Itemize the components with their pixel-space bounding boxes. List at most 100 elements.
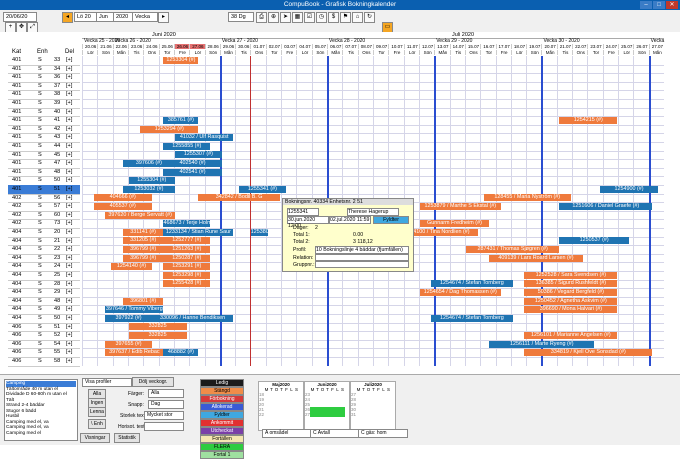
booking-bar[interactable]: 334819 / Kjell Ove Sonsdad (#) [524,349,653,357]
hide-weeks-button[interactable]: Dölj veckogr. [132,377,174,387]
date-cell[interactable]: 23.07 [587,44,603,49]
booking-bar[interactable]: 1252528 / Sara Svendsen (#) [524,271,618,279]
expand-toggle[interactable]: [+] [66,314,72,323]
expand-toggle[interactable]: [+] [66,271,72,280]
expand-toggle[interactable]: [+] [66,262,72,271]
date-cell[interactable]: 18.07 [510,44,527,49]
booking-bar[interactable]: 331141 (#) [122,228,164,236]
booking-bar[interactable]: 1250537 (#) [559,237,630,245]
booking-bar[interactable]: 396801 (#) [122,297,164,305]
popup-grupp-field[interactable] [315,261,409,268]
booking-bar[interactable]: 287431 / Thomas Sjøgren (#) [466,246,560,253]
next-icon[interactable]: ▸ [158,12,169,23]
date-cell[interactable]: 17.07 [495,44,512,49]
omsadel-select[interactable]: A omsådel [262,429,312,438]
booking-bar[interactable]: 404666 (#) [93,194,152,202]
date-cell[interactable]: 23.06 [127,44,144,49]
booking-bar[interactable]: Gunnarm Fredheim (#) [419,220,490,228]
date-cell[interactable]: 25.07 [618,44,634,49]
home-icon[interactable]: ⌂ [352,12,363,23]
date-cell[interactable]: 11.07 [403,44,420,49]
expand-toggle[interactable]: [+] [66,219,72,228]
booking-bar[interactable]: 1255341 (#) [239,185,286,193]
expand-toggle[interactable]: [+] [66,82,72,91]
booking-bar[interactable]: 1256111 / Marte Ryeng (#) [489,340,595,348]
expand-toggle[interactable]: [+] [66,297,72,306]
date-cell[interactable]: 28.06 [204,44,221,49]
date-cell[interactable]: 25.06 [158,44,175,49]
money-icon[interactable]: $ [328,12,339,23]
date-cell[interactable]: 09.07 [373,44,389,49]
date-cell[interactable]: 07.07 [342,44,358,49]
booking-bar[interactable]: 1253294 (#) [140,125,199,133]
booking-bar[interactable]: 397655 (#) [105,340,152,348]
storlek-select[interactable]: Mycket stor [144,411,184,420]
booking-bar[interactable]: 342842 / Bodil B. G [198,194,280,202]
booking-bar[interactable]: 41032 / Ulf Rasquist [175,134,234,142]
booking-bar[interactable]: 330096 / Hanne Bendiksen [151,314,234,322]
col-kat-header[interactable]: Kat [12,49,21,55]
col-del-header[interactable]: Del [65,49,74,55]
date-cell[interactable]: 06.07 [327,44,343,49]
date-cell[interactable]: 26.06 [173,44,191,49]
statistik-button[interactable]: Statistik [114,433,140,443]
visningar-button[interactable]: Visningar [80,433,110,443]
booking-bar[interactable]: 1255428 (#) [163,280,211,288]
booking-bar[interactable]: 1252777 (#) [163,237,211,245]
booking-bar[interactable]: 397922 (#) [105,314,152,322]
calendar-icon[interactable]: ▦ [292,12,303,23]
booking-bar[interactable]: 1253298 (#) [163,271,211,279]
date-cell[interactable]: 26.07 [633,44,649,49]
booking-bar[interactable]: 1254140 (#) [111,263,152,271]
expand-toggle[interactable]: [+] [66,65,72,74]
expand-toggle[interactable]: [+] [66,254,72,263]
expand-toggle[interactable]: [+] [66,211,72,220]
date-cell[interactable]: 14.07 [449,44,466,49]
minimize-button[interactable]: – [640,1,652,9]
booking-bar[interactable]: 1255304 (#) [128,177,176,185]
expand-toggle[interactable]: [+] [66,331,72,340]
date-cell[interactable]: 04.07 [296,44,312,49]
booking-bar[interactable]: 397646 / Tommy Viberg [105,306,164,314]
expand-toggle[interactable]: [+] [66,348,72,357]
date-cell[interactable]: 20.07 [541,44,557,49]
booking-bar[interactable]: 125380 [250,228,269,236]
booking-bar[interactable]: 1254900 (#) [599,185,659,193]
expand-toggle[interactable]: [+] [66,168,72,177]
booking-bar[interactable]: 468673 / Terje Holm [163,220,211,228]
profile-filter-select[interactable]: Visa profiler [82,378,132,387]
mini-calendar[interactable]: Juli2020 M T O T F L S 27 28 29 30 31 [350,381,396,431]
date-input[interactable]: 20/06/20 [3,12,37,22]
clock-icon[interactable]: ◷ [316,12,327,23]
expand-toggle[interactable]: [+] [66,116,72,125]
booking-bar[interactable]: 331205 (#) [122,237,164,245]
popup-status[interactable]: Fyldter [373,216,409,224]
date-cell[interactable]: 12.07 [418,44,435,49]
date-cell[interactable]: 10.07 [388,44,404,49]
booking-bar[interactable]: 396690 / Mona Halvari (#) [524,306,618,314]
view-select[interactable]: Vecka [132,12,158,22]
expand-toggle[interactable]: [+] [66,340,72,349]
booking-bar[interactable]: 409139 / Lars Roard Larsen (#) [489,254,583,262]
booking-bar[interactable]: 402540 (#) [163,160,222,167]
checkbox-icon[interactable]: ☑ [304,12,315,23]
date-cell[interactable]: 24.06 [143,44,159,49]
booking-bar[interactable]: 1254654 / Dag Thomassen (#) [419,289,502,296]
booking-bar[interactable]: 396799 (#) [122,246,164,253]
booking-bar[interactable]: 1253032 (#) [122,185,176,193]
date-cell[interactable]: 08.07 [357,44,374,49]
enh-button[interactable]: \ Enh [88,419,106,429]
booking-bar[interactable]: 1255855 (#) [163,142,211,150]
date-cell[interactable]: 27.07 [648,44,665,49]
mini-calendar[interactable]: Maj2020 M T O T F L S 18 19 20 21 22 [258,381,304,431]
expand-toggle[interactable]: [+] [66,202,72,211]
booking-bar[interactable]: 332825 [128,332,187,339]
days-select[interactable]: 38 Dg [228,12,254,22]
category-item[interactable]: Camping med el [6,431,76,437]
date-cell[interactable]: 27.06 [189,44,206,49]
booking-bar[interactable]: 1254215 (#) [559,117,618,124]
expand-toggle[interactable]: [+] [66,357,72,366]
booking-bar[interactable]: 1250287 (#) [163,254,211,262]
expand-toggle[interactable]: [+] [66,133,72,142]
expand-toggle[interactable]: [+] [66,185,72,194]
